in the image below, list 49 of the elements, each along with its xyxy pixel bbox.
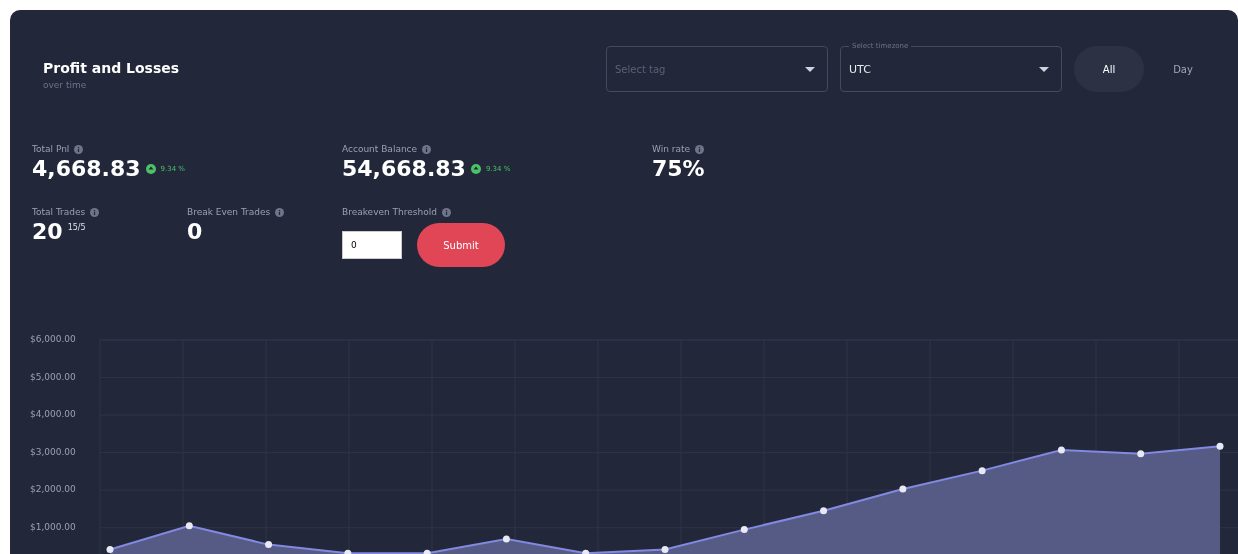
stat-value: 0 <box>187 219 203 244</box>
y-axis-label: $5,000.00 <box>30 371 76 382</box>
data-point <box>1137 450 1145 458</box>
threshold-input[interactable]: 0 <box>342 231 402 259</box>
data-point <box>106 546 114 553</box>
range-tab[interactable]: All <box>1074 46 1144 92</box>
data-point <box>265 541 273 549</box>
stat-label: Break Even Trades <box>187 207 271 217</box>
data-point <box>1216 442 1224 450</box>
info-icon[interactable] <box>441 207 451 217</box>
data-point <box>344 549 352 554</box>
panel-subtitle: over time <box>43 80 88 90</box>
info-icon[interactable] <box>74 144 84 154</box>
stat-label: Total Trades <box>32 207 86 217</box>
stat-value: 75% <box>652 156 705 181</box>
info-icon[interactable] <box>90 207 100 217</box>
arrow-up-icon <box>145 163 156 174</box>
stat-label: Win rate <box>652 144 691 154</box>
caret-icon <box>1039 66 1049 72</box>
stat-label: Breakeven Threshold <box>342 207 437 217</box>
data-point <box>899 485 907 493</box>
info-icon[interactable] <box>695 144 705 154</box>
data-point <box>582 549 590 554</box>
data-point <box>820 507 828 515</box>
stat-label: Total Pnl <box>32 144 70 154</box>
stat-value: 4,668.83 <box>32 156 141 181</box>
data-point <box>978 467 986 475</box>
data-point <box>423 549 431 554</box>
info-icon[interactable] <box>422 144 432 154</box>
y-axis-label: $6,000.00 <box>30 334 76 344</box>
submit-button[interactable]: Submit <box>417 223 505 267</box>
data-point <box>502 535 510 543</box>
data-point <box>185 522 193 530</box>
win-loss-ratio: 15/5 <box>67 223 86 232</box>
stat-label: Account Balance <box>342 144 418 154</box>
range-tab[interactable]: Day <box>1148 46 1218 92</box>
panel-title: Profit and Losses <box>43 60 181 76</box>
y-axis-label: $2,000.00 <box>30 484 76 495</box>
stat-value: 20 <box>32 219 63 244</box>
caret-icon <box>805 66 815 72</box>
y-axis-label: $1,000.00 <box>30 521 76 532</box>
data-point <box>1057 446 1065 454</box>
data-point <box>740 526 748 534</box>
y-axis-label: $3,000.00 <box>30 446 76 457</box>
arrow-up-icon <box>470 163 481 174</box>
y-axis-label: $4,000.00 <box>30 409 76 420</box>
info-icon[interactable] <box>275 207 285 217</box>
data-point <box>661 546 669 553</box>
stat-value: 54,668.83 <box>342 156 466 181</box>
